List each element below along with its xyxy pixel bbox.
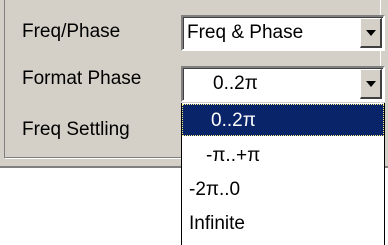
dropdown-option[interactable]: -π..+π [182,140,384,172]
format-phase-value: 0..2π [213,73,258,94]
dropdown-option[interactable]: 0..2π [182,104,384,136]
format-phase-label: Format Phase [22,68,142,89]
dropdown-option[interactable]: Infinite [182,208,384,240]
freq-phase-dropdown-button[interactable] [360,18,382,48]
dropdown-option-label: 0..2π [211,110,256,131]
freq-settling-label: Freq Settling [22,119,130,140]
freq-phase-combobox[interactable]: Freq & Phase [181,15,385,51]
freq-phase-label: Freq/Phase [22,21,121,42]
freq-phase-value: Freq & Phase [187,22,304,43]
dropdown-option-label: -π..+π [206,145,261,166]
dialog-window: Freq/Phase Freq & Phase Format Phase 0..… [0,0,388,245]
dropdown-option[interactable]: -2π..0 [182,174,384,206]
chevron-down-icon [366,30,376,36]
dropdown-option-label: Infinite [189,213,245,234]
chevron-down-icon [366,81,376,87]
dropdown-option-label: -2π..0 [189,179,241,200]
format-phase-dropdown-button[interactable] [360,69,382,99]
format-phase-dropdown-list[interactable]: 0..2π -π..+π -2π..0 Infinite [181,103,385,245]
format-phase-combobox[interactable]: 0..2π [181,66,385,102]
